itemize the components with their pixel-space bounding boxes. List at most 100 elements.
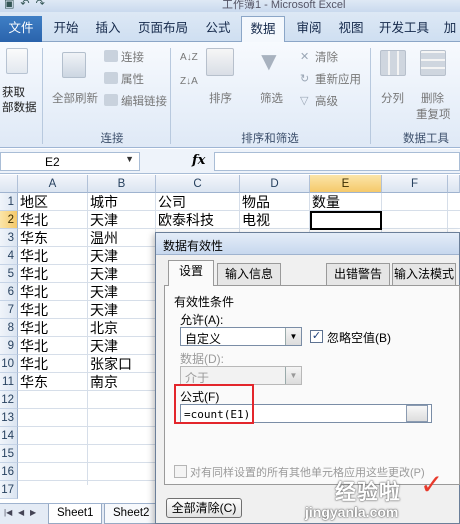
cell[interactable]: 华东 <box>18 229 88 247</box>
cell[interactable]: 华北 <box>18 355 88 373</box>
tab-file[interactable]: 文件 <box>0 16 42 42</box>
apply-all-checkbox[interactable] <box>174 465 187 478</box>
tab-input-method[interactable]: 输入法模式 <box>392 263 456 285</box>
tab-home[interactable]: 开始 <box>48 16 84 42</box>
reapply-button[interactable]: 重新应用 <box>315 71 361 87</box>
insert-function-icon[interactable]: fx <box>192 153 205 168</box>
sort-button[interactable]: 排序 <box>209 90 232 106</box>
next-sheet-icon[interactable]: ▶ <box>30 508 36 517</box>
row-header[interactable]: 3 <box>0 229 18 247</box>
tab-settings[interactable]: 设置 <box>168 260 214 286</box>
cell[interactable]: 数量 <box>310 193 382 211</box>
active-cell-e2[interactable] <box>310 211 382 230</box>
clear-all-button[interactable]: 全部清除(C) <box>166 498 242 518</box>
cell[interactable]: 华北 <box>18 337 88 355</box>
filter-button[interactable]: 筛选 <box>260 90 283 106</box>
refresh-all-button[interactable]: 全部刷新 <box>52 90 98 106</box>
cell[interactable]: 华北 <box>18 283 88 301</box>
prev-sheet-icon[interactable]: ◀ <box>18 508 24 517</box>
row-header[interactable]: 9 <box>0 337 18 355</box>
chevron-down-icon[interactable]: ▼ <box>125 154 134 164</box>
row-header[interactable]: 12 <box>0 391 18 409</box>
cell[interactable]: 天津 <box>88 247 156 265</box>
row-header[interactable]: 6 <box>0 283 18 301</box>
cell[interactable]: 天津 <box>88 211 156 229</box>
row-header[interactable]: 14 <box>0 427 18 445</box>
get-external-data-button[interactable]: 获取 部数据 <box>2 86 37 116</box>
tab-data[interactable]: 数据 <box>241 16 285 43</box>
cell[interactable]: 城市 <box>88 193 156 211</box>
dialog-title-bar[interactable]: 数据有效性 <box>156 233 459 255</box>
connections-button[interactable]: 连接 <box>121 49 144 65</box>
row-header[interactable]: 1 <box>0 193 18 211</box>
cell[interactable]: 华北 <box>18 319 88 337</box>
column-header-selected[interactable]: E <box>310 175 382 193</box>
column-header[interactable]: C <box>156 175 240 193</box>
cell[interactable]: 电视 <box>240 211 310 229</box>
cell[interactable]: 华北 <box>18 265 88 283</box>
cell[interactable]: 天津 <box>88 337 156 355</box>
column-header[interactable]: D <box>240 175 310 193</box>
tab-input-message[interactable]: 输入信息 <box>217 263 281 285</box>
row-header[interactable]: 13 <box>0 409 18 427</box>
column-header[interactable]: F <box>382 175 448 193</box>
row-header[interactable]: 16 <box>0 463 18 481</box>
remove-duplicates-button[interactable]: 删除 <box>421 90 444 106</box>
row-header[interactable]: 11 <box>0 373 18 391</box>
tab-review[interactable]: 审阅 <box>291 16 327 42</box>
select-all-corner[interactable] <box>0 175 18 193</box>
cell[interactable]: 物品 <box>240 193 310 211</box>
range-select-icon[interactable] <box>406 405 428 422</box>
sort-za-icon[interactable]: Z↓A <box>180 76 198 87</box>
cell[interactable]: 北京 <box>88 319 156 337</box>
cell[interactable]: 华北 <box>18 211 88 229</box>
cell[interactable]: 天津 <box>88 265 156 283</box>
save-icon[interactable]: ▣ <box>4 0 14 10</box>
cell[interactable]: 温州 <box>88 229 156 247</box>
clear-button[interactable]: 清除 <box>315 49 338 65</box>
column-header[interactable] <box>448 175 460 193</box>
redo-icon[interactable]: ↷ <box>36 0 45 10</box>
row-header[interactable]: 7 <box>0 301 18 319</box>
cell[interactable]: 南京 <box>88 373 156 391</box>
cell[interactable]: 天津 <box>88 301 156 319</box>
text-to-columns-button[interactable]: 分列 <box>381 90 404 106</box>
column-header[interactable]: A <box>18 175 88 193</box>
row-header[interactable]: 5 <box>0 265 18 283</box>
chevron-down-icon[interactable]: ▼ <box>285 328 301 345</box>
row-header[interactable]: 15 <box>0 445 18 463</box>
tab-formulas[interactable]: 公式 <box>200 16 236 42</box>
sheet-tab-sheet2[interactable]: Sheet2 <box>104 504 159 524</box>
allow-select[interactable]: 自定义 ▼ <box>180 327 302 346</box>
row-header[interactable]: 4 <box>0 247 18 265</box>
tab-insert[interactable]: 插入 <box>90 16 126 42</box>
tab-page-layout[interactable]: 页面布局 <box>132 16 194 42</box>
cell[interactable]: 地区 <box>18 193 88 211</box>
advanced-button[interactable]: 高级 <box>315 93 338 109</box>
cell[interactable]: 张家口 <box>88 355 156 373</box>
cell[interactable]: 欧泰科技 <box>156 211 240 229</box>
tab-view[interactable]: 视图 <box>333 16 369 42</box>
row-header[interactable]: 8 <box>0 319 18 337</box>
tab-error-alert[interactable]: 出错警告 <box>326 263 390 285</box>
ignore-blank-checkbox[interactable]: ✓ <box>310 330 323 343</box>
cell[interactable]: 公司 <box>156 193 240 211</box>
chevron-down-icon[interactable]: ▼ <box>285 367 301 384</box>
properties-button[interactable]: 属性 <box>121 71 144 87</box>
cell[interactable]: 华东 <box>18 373 88 391</box>
cell[interactable]: 华北 <box>18 301 88 319</box>
data-select[interactable]: 介于 ▼ <box>180 366 302 385</box>
row-header-selected[interactable]: 2 <box>0 211 18 229</box>
name-box[interactable]: E2 ▼ <box>0 152 140 171</box>
edit-links-button[interactable]: 编辑链接 <box>121 93 167 109</box>
sheet-tab-sheet1[interactable]: Sheet1 <box>48 504 103 524</box>
cell[interactable]: 天津 <box>88 283 156 301</box>
row-header[interactable]: 17 <box>0 481 18 499</box>
tab-addins[interactable]: 加 <box>440 16 460 42</box>
undo-icon[interactable]: ↶ <box>20 0 29 10</box>
tab-developer[interactable]: 开发工具 <box>375 16 433 42</box>
first-sheet-icon[interactable]: |◀ <box>4 508 12 517</box>
sort-az-icon[interactable]: A↓Z <box>180 52 198 63</box>
column-header[interactable]: B <box>88 175 156 193</box>
formula-input[interactable] <box>214 152 460 171</box>
